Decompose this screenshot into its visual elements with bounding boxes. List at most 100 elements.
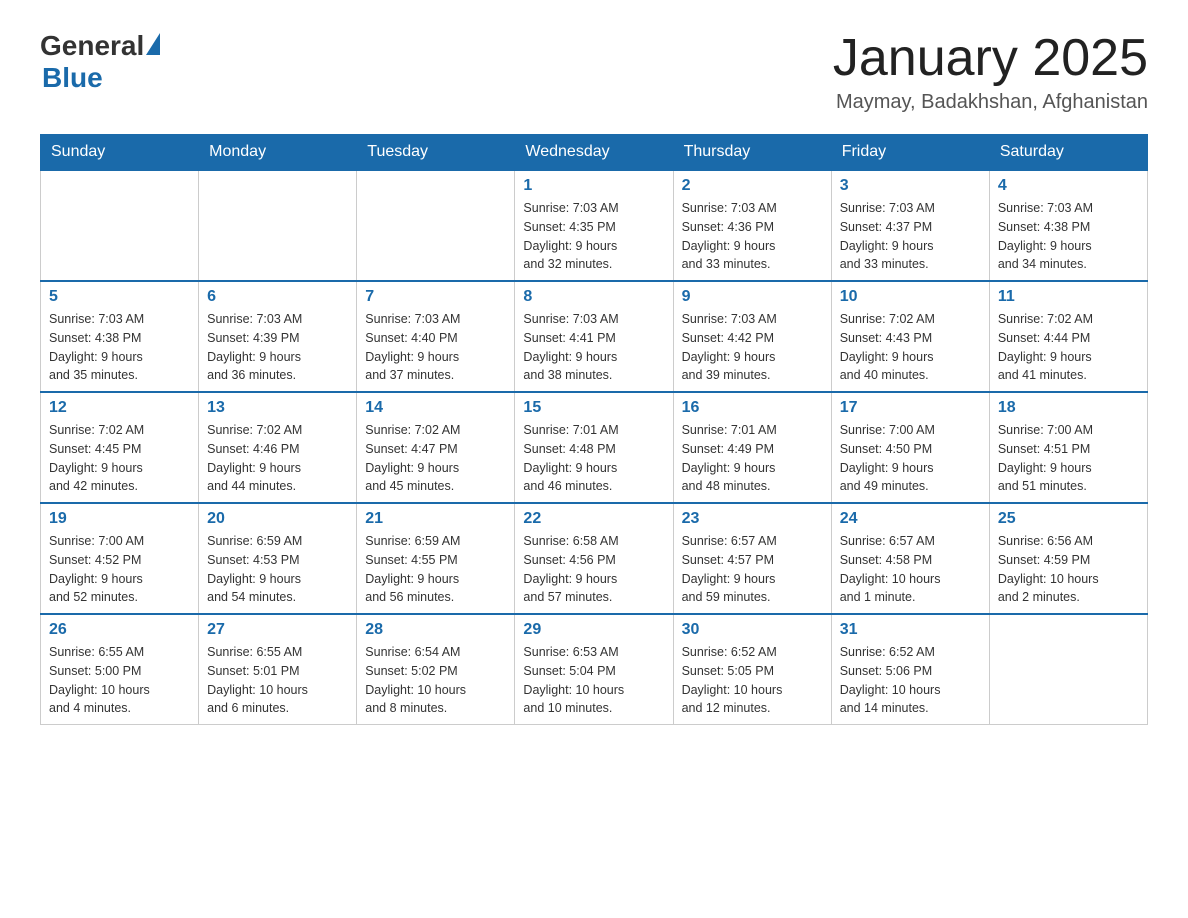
day-info: Sunrise: 7:01 AM Sunset: 4:48 PM Dayligh…: [523, 421, 664, 496]
column-header-saturday: Saturday: [989, 135, 1147, 171]
day-number: 29: [523, 621, 664, 639]
day-info: Sunrise: 6:55 AM Sunset: 5:01 PM Dayligh…: [207, 643, 348, 718]
day-info: Sunrise: 7:02 AM Sunset: 4:43 PM Dayligh…: [840, 310, 981, 385]
day-number: 19: [49, 510, 190, 528]
page-header: General Blue January 2025 Maymay, Badakh…: [40, 30, 1148, 114]
day-info: Sunrise: 6:57 AM Sunset: 4:57 PM Dayligh…: [682, 532, 823, 607]
day-number: 3: [840, 177, 981, 195]
week-row-4: 19 Sunrise: 7:00 AM Sunset: 4:52 PM Dayli…: [41, 503, 1148, 614]
day-info: Sunrise: 7:03 AM Sunset: 4:42 PM Dayligh…: [682, 310, 823, 385]
day-info: Sunrise: 6:57 AM Sunset: 4:58 PM Dayligh…: [840, 532, 981, 607]
day-number: 16: [682, 399, 823, 417]
logo-blue-text: Blue: [42, 62, 103, 94]
day-number: 7: [365, 288, 506, 306]
day-info: Sunrise: 6:55 AM Sunset: 5:00 PM Dayligh…: [49, 643, 190, 718]
calendar-cell: 28 Sunrise: 6:54 AM Sunset: 5:02 PM Dayli…: [357, 614, 515, 725]
day-info: Sunrise: 7:00 AM Sunset: 4:52 PM Dayligh…: [49, 532, 190, 607]
day-info: Sunrise: 7:02 AM Sunset: 4:45 PM Dayligh…: [49, 421, 190, 496]
calendar-cell: [357, 170, 515, 281]
day-number: 30: [682, 621, 823, 639]
column-header-tuesday: Tuesday: [357, 135, 515, 171]
day-info: Sunrise: 7:01 AM Sunset: 4:49 PM Dayligh…: [682, 421, 823, 496]
day-number: 5: [49, 288, 190, 306]
column-header-monday: Monday: [199, 135, 357, 171]
day-number: 13: [207, 399, 348, 417]
calendar-cell: [199, 170, 357, 281]
calendar-cell: 23Sunrise: 6:57 AM Sunset: 4:57 PM Dayli…: [673, 503, 831, 614]
day-info: Sunrise: 7:00 AM Sunset: 4:50 PM Dayligh…: [840, 421, 981, 496]
logo: General Blue: [40, 30, 160, 94]
day-number: 17: [840, 399, 981, 417]
week-row-1: 1 Sunrise: 7:03 AM Sunset: 4:35 PM Daylig…: [41, 170, 1148, 281]
day-info: Sunrise: 6:53 AM Sunset: 5:04 PM Dayligh…: [523, 643, 664, 718]
column-header-wednesday: Wednesday: [515, 135, 673, 171]
day-number: 26: [49, 621, 190, 639]
day-info: Sunrise: 7:03 AM Sunset: 4:37 PM Dayligh…: [840, 199, 981, 274]
calendar-cell: 22 Sunrise: 6:58 AM Sunset: 4:56 PM Dayli…: [515, 503, 673, 614]
calendar-cell: 17 Sunrise: 7:00 AM Sunset: 4:50 PM Dayli…: [831, 392, 989, 503]
calendar-cell: 8 Sunrise: 7:03 AM Sunset: 4:41 PM Daylig…: [515, 281, 673, 392]
logo-triangle-icon: [146, 33, 160, 55]
day-number: 6: [207, 288, 348, 306]
month-year-title: January 2025: [833, 30, 1148, 87]
day-info: Sunrise: 6:59 AM Sunset: 4:55 PM Dayligh…: [365, 532, 506, 607]
day-info: Sunrise: 7:03 AM Sunset: 4:35 PM Dayligh…: [523, 199, 664, 274]
day-info: Sunrise: 7:02 AM Sunset: 4:44 PM Dayligh…: [998, 310, 1139, 385]
calendar-cell: 27Sunrise: 6:55 AM Sunset: 5:01 PM Dayli…: [199, 614, 357, 725]
day-info: Sunrise: 7:03 AM Sunset: 4:41 PM Dayligh…: [523, 310, 664, 385]
day-info: Sunrise: 6:52 AM Sunset: 5:06 PM Dayligh…: [840, 643, 981, 718]
day-number: 1: [523, 177, 664, 195]
day-info: Sunrise: 6:58 AM Sunset: 4:56 PM Dayligh…: [523, 532, 664, 607]
calendar-header-row: SundayMondayTuesdayWednesdayThursdayFrid…: [41, 135, 1148, 171]
day-number: 24: [840, 510, 981, 528]
column-header-friday: Friday: [831, 135, 989, 171]
calendar-cell: 16 Sunrise: 7:01 AM Sunset: 4:49 PM Dayli…: [673, 392, 831, 503]
calendar-cell: [41, 170, 199, 281]
calendar-table: SundayMondayTuesdayWednesdayThursdayFrid…: [40, 134, 1148, 725]
day-info: Sunrise: 6:54 AM Sunset: 5:02 PM Dayligh…: [365, 643, 506, 718]
calendar-cell: 30 Sunrise: 6:52 AM Sunset: 5:05 PM Dayli…: [673, 614, 831, 725]
day-info: Sunrise: 7:03 AM Sunset: 4:38 PM Dayligh…: [49, 310, 190, 385]
location-subtitle: Maymay, Badakhshan, Afghanistan: [833, 91, 1148, 114]
calendar-cell: 2Sunrise: 7:03 AM Sunset: 4:36 PM Daylig…: [673, 170, 831, 281]
calendar-cell: 6Sunrise: 7:03 AM Sunset: 4:39 PM Daylig…: [199, 281, 357, 392]
title-block: January 2025 Maymay, Badakhshan, Afghani…: [833, 30, 1148, 114]
day-number: 12: [49, 399, 190, 417]
calendar-cell: 10Sunrise: 7:02 AM Sunset: 4:43 PM Dayli…: [831, 281, 989, 392]
week-row-2: 5 Sunrise: 7:03 AM Sunset: 4:38 PM Daylig…: [41, 281, 1148, 392]
column-header-sunday: Sunday: [41, 135, 199, 171]
day-number: 31: [840, 621, 981, 639]
day-info: Sunrise: 6:56 AM Sunset: 4:59 PM Dayligh…: [998, 532, 1139, 607]
calendar-cell: 26 Sunrise: 6:55 AM Sunset: 5:00 PM Dayli…: [41, 614, 199, 725]
calendar-cell: 15 Sunrise: 7:01 AM Sunset: 4:48 PM Dayli…: [515, 392, 673, 503]
calendar-cell: 18 Sunrise: 7:00 AM Sunset: 4:51 PM Dayli…: [989, 392, 1147, 503]
calendar-cell: 9Sunrise: 7:03 AM Sunset: 4:42 PM Daylig…: [673, 281, 831, 392]
calendar-cell: 21Sunrise: 6:59 AM Sunset: 4:55 PM Dayli…: [357, 503, 515, 614]
day-info: Sunrise: 6:52 AM Sunset: 5:05 PM Dayligh…: [682, 643, 823, 718]
day-number: 14: [365, 399, 506, 417]
day-info: Sunrise: 7:00 AM Sunset: 4:51 PM Dayligh…: [998, 421, 1139, 496]
day-number: 20: [207, 510, 348, 528]
day-info: Sunrise: 6:59 AM Sunset: 4:53 PM Dayligh…: [207, 532, 348, 607]
day-number: 22: [523, 510, 664, 528]
day-info: Sunrise: 7:03 AM Sunset: 4:40 PM Dayligh…: [365, 310, 506, 385]
calendar-cell: [989, 614, 1147, 725]
logo-general-text: General: [40, 30, 144, 62]
week-row-3: 12 Sunrise: 7:02 AM Sunset: 4:45 PM Dayli…: [41, 392, 1148, 503]
day-info: Sunrise: 7:02 AM Sunset: 4:46 PM Dayligh…: [207, 421, 348, 496]
day-number: 15: [523, 399, 664, 417]
calendar-cell: 13 Sunrise: 7:02 AM Sunset: 4:46 PM Dayli…: [199, 392, 357, 503]
calendar-cell: 20 Sunrise: 6:59 AM Sunset: 4:53 PM Dayli…: [199, 503, 357, 614]
day-number: 8: [523, 288, 664, 306]
calendar-cell: 4Sunrise: 7:03 AM Sunset: 4:38 PM Daylig…: [989, 170, 1147, 281]
calendar-cell: 7 Sunrise: 7:03 AM Sunset: 4:40 PM Daylig…: [357, 281, 515, 392]
calendar-cell: 14Sunrise: 7:02 AM Sunset: 4:47 PM Dayli…: [357, 392, 515, 503]
calendar-cell: 24 Sunrise: 6:57 AM Sunset: 4:58 PM Dayli…: [831, 503, 989, 614]
column-header-thursday: Thursday: [673, 135, 831, 171]
calendar-cell: 31 Sunrise: 6:52 AM Sunset: 5:06 PM Dayli…: [831, 614, 989, 725]
day-number: 18: [998, 399, 1139, 417]
calendar-cell: 25Sunrise: 6:56 AM Sunset: 4:59 PM Dayli…: [989, 503, 1147, 614]
day-number: 28: [365, 621, 506, 639]
week-row-5: 26 Sunrise: 6:55 AM Sunset: 5:00 PM Dayli…: [41, 614, 1148, 725]
calendar-cell: 29 Sunrise: 6:53 AM Sunset: 5:04 PM Dayli…: [515, 614, 673, 725]
